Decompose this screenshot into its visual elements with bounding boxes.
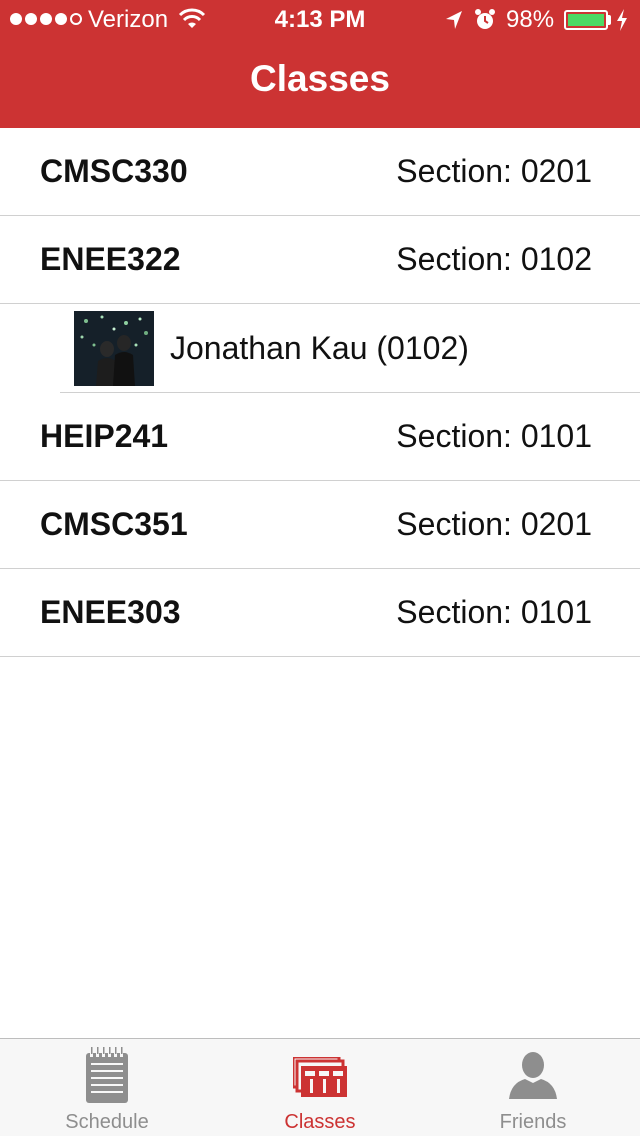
class-section: Section: 0101	[396, 418, 592, 454]
tab-friends[interactable]: Friends	[426, 1039, 640, 1137]
friend-row-jonathan-kau[interactable]: Jonathan Kau (0102)	[60, 304, 640, 393]
notepad-icon	[84, 1047, 130, 1110]
tab-bar: Schedule Classes Friends	[0, 1038, 640, 1136]
battery-percentage: 98%	[506, 6, 555, 33]
class-section: Section: 0101	[396, 594, 592, 630]
friend-name: Jonathan Kau (0102)	[170, 330, 469, 366]
classes-stack-icon	[291, 1055, 347, 1102]
class-row-heip241[interactable]: HEIP241 Section: 0101	[0, 393, 640, 481]
class-code: HEIP241	[40, 418, 169, 454]
class-code: ENEE303	[40, 594, 181, 630]
class-row-cmsc351[interactable]: CMSC351 Section: 0201	[0, 481, 640, 569]
tab-label: Schedule	[65, 1111, 149, 1133]
class-section: Section: 0102	[396, 241, 592, 277]
tab-label: Friends	[499, 1111, 567, 1133]
class-section: Section: 0201	[396, 153, 592, 189]
class-code: CMSC330	[40, 153, 188, 189]
class-row-enee303[interactable]: ENEE303 Section: 0101	[0, 569, 640, 657]
class-row-cmsc330[interactable]: CMSC330 Section: 0201	[0, 128, 640, 216]
location-arrow-icon	[444, 9, 464, 36]
app-header: Verizon 4:13 PM 98% Classes	[0, 0, 640, 128]
page-title: Classes	[250, 58, 390, 99]
tab-label: Classes	[284, 1111, 356, 1133]
class-code: CMSC351	[40, 506, 188, 542]
classes-list: CMSC330 Section: 0201 ENEE322 Section: 0…	[0, 128, 640, 657]
tab-schedule[interactable]: Schedule	[0, 1039, 214, 1137]
class-code: ENEE322	[40, 241, 181, 277]
alarm-clock-icon	[474, 8, 496, 37]
class-row-enee322[interactable]: ENEE322 Section: 0102	[0, 216, 640, 304]
battery-icon	[564, 10, 608, 30]
tab-classes[interactable]: Classes	[213, 1039, 427, 1137]
person-icon	[507, 1051, 559, 1106]
class-section: Section: 0201	[396, 506, 592, 542]
charging-bolt-icon	[616, 9, 628, 36]
friend-avatar	[74, 311, 154, 386]
status-bar: Verizon 4:13 PM 98%	[0, 0, 640, 40]
